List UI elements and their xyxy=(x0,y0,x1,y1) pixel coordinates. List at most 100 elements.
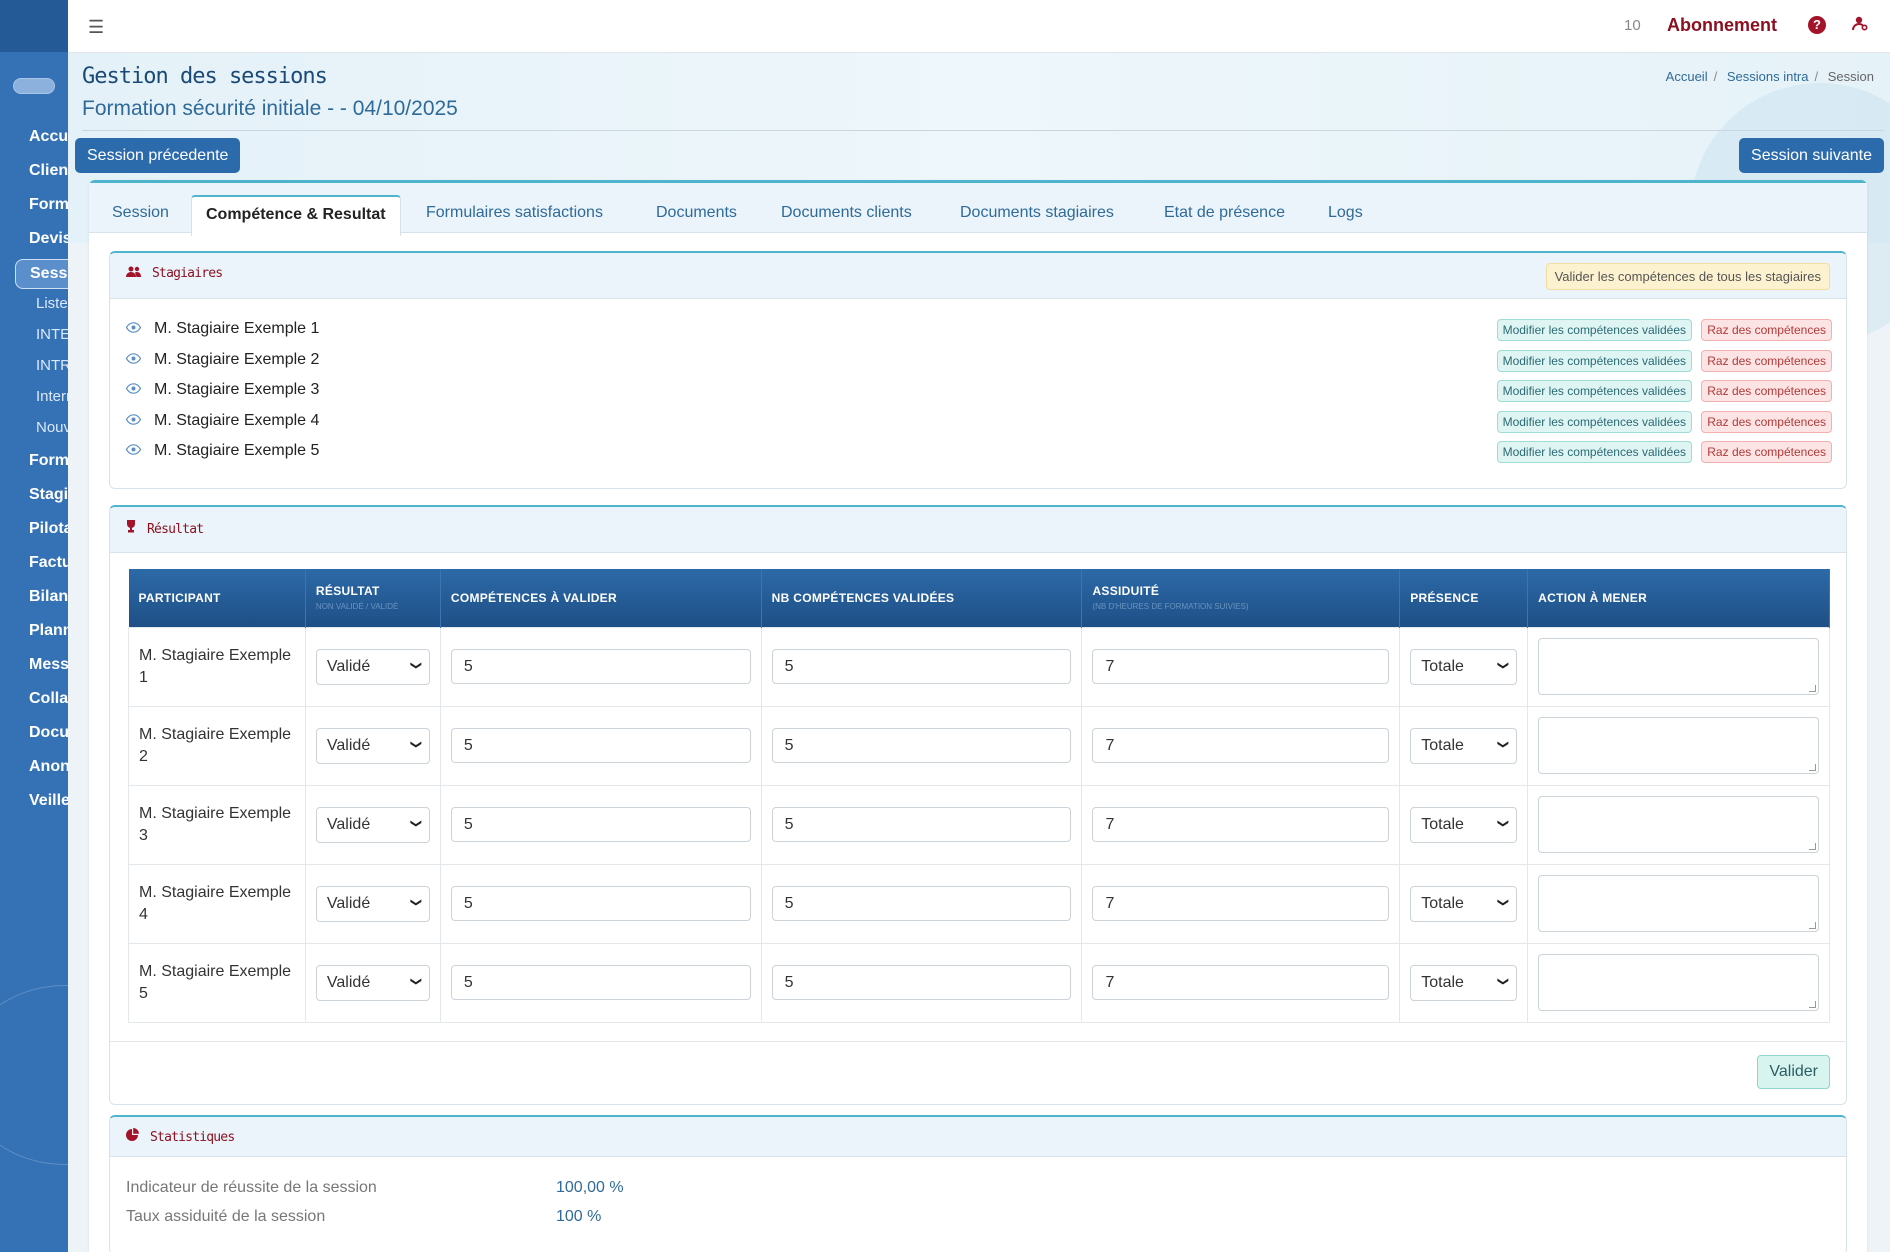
eye-icon[interactable] xyxy=(125,352,142,367)
resultat-select[interactable]: Validé ❯ xyxy=(315,727,430,764)
help-icon[interactable]: ? xyxy=(1808,16,1826,34)
competences-input[interactable]: 5 xyxy=(450,807,751,842)
validated-competences-input[interactable]: 5 xyxy=(771,728,1072,763)
competences-input[interactable]: 5 xyxy=(450,728,751,763)
reset-competences-button[interactable]: Raz des compétences xyxy=(1701,319,1832,341)
presence-select[interactable]: Totale ❯ xyxy=(1410,727,1518,764)
sidebar-item-pilotage[interactable]: Pilotage xyxy=(29,520,68,538)
assiduite-input[interactable]: 7 xyxy=(1092,886,1390,921)
hamburger-menu-icon[interactable]: ☰ xyxy=(88,17,104,38)
eye-icon[interactable] xyxy=(125,413,142,428)
reset-competences-button[interactable]: Raz des compétences xyxy=(1701,380,1832,402)
breadcrumb-home[interactable]: Accueil xyxy=(1666,69,1708,84)
top-bar: ☰ 10 Abonnement ? xyxy=(68,0,1890,53)
sidebar-item-anonymisation[interactable]: Anonymisation xyxy=(29,758,68,776)
chevron-down-icon: ❯ xyxy=(1497,976,1510,986)
modify-competences-button[interactable]: Modifier les compétences validées xyxy=(1496,350,1692,372)
eye-icon[interactable] xyxy=(125,382,142,397)
presence-select[interactable]: Totale ❯ xyxy=(1410,885,1518,922)
breadcrumb-sessions-intra[interactable]: Sessions intra xyxy=(1727,69,1809,84)
resultat-cell: Validé ❯ xyxy=(304,626,441,707)
resultat-select[interactable]: Validé ❯ xyxy=(315,885,430,922)
tab-documents-clients[interactable]: Documents clients xyxy=(781,204,912,222)
sidebar-item-devis[interactable]: Devis xyxy=(29,230,68,248)
sidebar-item-internes[interactable]: Internes xyxy=(36,388,68,405)
chevron-down-icon: ❯ xyxy=(1497,660,1510,670)
sidebar-item-liste[interactable]: Liste xyxy=(36,295,68,312)
competences-input[interactable]: 5 xyxy=(450,965,751,1000)
presence-select[interactable]: Totale ❯ xyxy=(1410,964,1518,1001)
tab-logs[interactable]: Logs xyxy=(1328,204,1363,222)
presence-value: Totale xyxy=(1421,657,1464,675)
competences-cell: 5 xyxy=(439,784,762,865)
validated-competences-input[interactable]: 5 xyxy=(771,807,1072,842)
competences-input[interactable]: 5 xyxy=(450,649,751,684)
resultat-select[interactable]: Validé ❯ xyxy=(315,964,430,1001)
action-cell xyxy=(1527,705,1830,786)
assiduite-input[interactable]: 7 xyxy=(1092,649,1390,684)
sidebar-item-stagiaires[interactable]: Stagiaires xyxy=(29,486,68,504)
sidebar-item-clients[interactable]: Clients xyxy=(29,162,68,180)
sidebar-item-veille[interactable]: Veille xyxy=(29,792,68,810)
sidebar-item-accueil[interactable]: Accueil xyxy=(29,128,68,146)
action-cell xyxy=(1527,863,1830,944)
eye-icon[interactable] xyxy=(125,443,142,458)
modify-competences-button[interactable]: Modifier les compétences validées xyxy=(1496,380,1692,402)
reset-competences-button[interactable]: Raz des compétences xyxy=(1701,441,1832,463)
sidebar-item-inter[interactable]: INTER xyxy=(36,326,68,343)
validated-competences-input[interactable]: 5 xyxy=(771,965,1072,1000)
trainee-name: M. Stagiaire Exemple 2 xyxy=(154,351,320,368)
column-header-label: ACTION À MENER xyxy=(1538,590,1648,605)
resultat-select[interactable]: Validé ❯ xyxy=(315,648,430,685)
notification-count[interactable]: 10 xyxy=(1624,17,1641,34)
success-indicator-value: 100,00 % xyxy=(556,1179,624,1196)
column-header: PARTICIPANT xyxy=(128,569,306,627)
sidebar-item-bilan[interactable]: Bilan xyxy=(29,588,68,606)
reset-competences-button[interactable]: Raz des compétences xyxy=(1701,411,1832,433)
sidebar-item-intra[interactable]: INTRA xyxy=(36,357,68,374)
previous-session-button[interactable]: Session précedente xyxy=(75,138,241,173)
sidebar-toggle[interactable] xyxy=(13,78,55,94)
sidebar-item-formations[interactable]: Formations xyxy=(29,196,68,214)
submit-results-button[interactable]: Valider xyxy=(1757,1055,1830,1089)
reset-competences-button[interactable]: Raz des compétences xyxy=(1701,350,1832,372)
validated-competences-input[interactable]: 5 xyxy=(771,649,1072,684)
assiduite-input[interactable]: 7 xyxy=(1092,965,1390,1000)
sidebar-item-messages[interactable]: Messages xyxy=(29,656,68,674)
table-row: M. Stagiaire Exemple 2 Validé ❯ 5 5 7 Totale ❯ xyxy=(128,705,1830,786)
tab-etat-presence[interactable]: Etat de présence xyxy=(1164,204,1285,222)
assiduite-input[interactable]: 7 xyxy=(1092,807,1390,842)
action-textarea[interactable] xyxy=(1538,717,1819,774)
next-session-button[interactable]: Session suivante xyxy=(1739,138,1884,173)
tab-formulaires-satisfactions[interactable]: Formulaires satisfactions xyxy=(426,204,603,222)
competences-input[interactable]: 5 xyxy=(450,886,751,921)
presence-cell: Totale ❯ xyxy=(1399,863,1529,944)
modify-competences-button[interactable]: Modifier les compétences validées xyxy=(1496,441,1692,463)
resultat-select[interactable]: Validé ❯ xyxy=(315,806,430,843)
action-textarea[interactable] xyxy=(1538,796,1819,853)
sidebar-item-formateurs[interactable]: Formateurs xyxy=(29,452,68,470)
sidebar-item-planning[interactable]: Planning xyxy=(29,622,68,640)
modify-competences-button[interactable]: Modifier les compétences validées xyxy=(1496,411,1692,433)
action-textarea[interactable] xyxy=(1538,638,1819,695)
validated-competences-input[interactable]: 5 xyxy=(771,886,1072,921)
user-settings-icon[interactable] xyxy=(1852,15,1868,36)
tab-documents-stagiaires[interactable]: Documents stagiaires xyxy=(960,204,1114,222)
assiduite-input[interactable]: 7 xyxy=(1092,728,1390,763)
sidebar-item-sessions[interactable]: Sessions xyxy=(15,259,68,289)
action-textarea[interactable] xyxy=(1538,954,1819,1011)
presence-select[interactable]: Totale ❯ xyxy=(1410,806,1518,843)
action-textarea[interactable] xyxy=(1538,875,1819,932)
tab-competence-resultat[interactable]: Compétence & Resultat xyxy=(191,195,401,236)
tab-session[interactable]: Session xyxy=(112,204,169,222)
presence-select[interactable]: Totale ❯ xyxy=(1410,648,1518,685)
sidebar-item-nouvelle[interactable]: Nouvelle xyxy=(36,419,68,436)
eye-icon[interactable] xyxy=(125,321,142,336)
sidebar-item-documents[interactable]: Documents xyxy=(29,724,68,742)
tab-documents[interactable]: Documents xyxy=(656,204,737,222)
subscription-link[interactable]: Abonnement xyxy=(1667,15,1777,36)
modify-competences-button[interactable]: Modifier les compétences validées xyxy=(1496,319,1692,341)
validate-all-competences-button[interactable]: Valider les compétences de tous les stag… xyxy=(1545,263,1830,290)
sidebar-item-factures[interactable]: Factures xyxy=(29,554,68,572)
sidebar-item-collaborateurs[interactable]: Collaborateurs xyxy=(29,690,68,708)
